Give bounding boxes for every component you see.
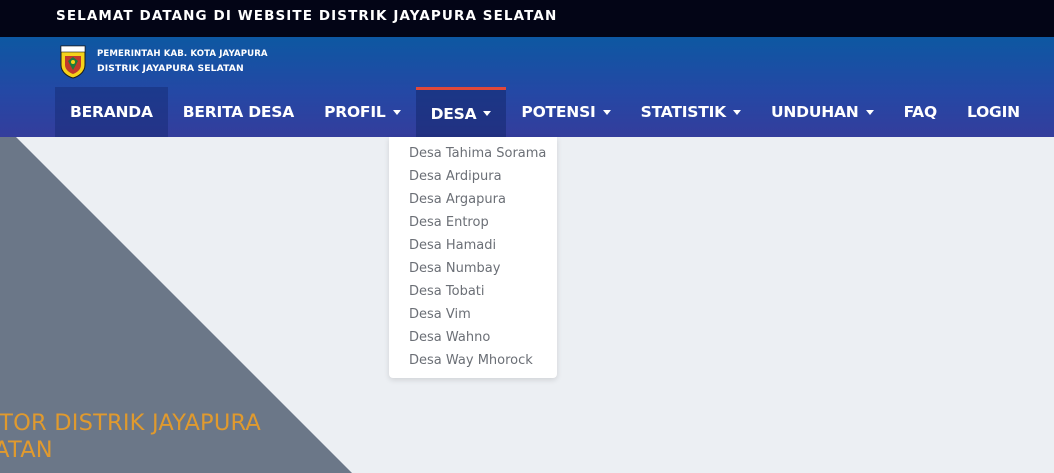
nav-beranda-label: BERANDA	[70, 103, 153, 121]
kota-jayapura-emblem-icon[interactable]	[59, 43, 87, 79]
nav-login-label: LOGIN	[966, 103, 1020, 121]
nav-potensi[interactable]: POTENSI	[506, 87, 625, 137]
menu-item-desa-wahno[interactable]: Desa Wahno	[389, 326, 557, 349]
menu-item-desa-numbay[interactable]: Desa Numbay	[389, 257, 557, 280]
menu-item-desa-entrop[interactable]: Desa Entrop	[389, 211, 557, 234]
nav-beranda[interactable]: BERANDA	[55, 87, 168, 137]
brand-district-name[interactable]: DISTRIK JAYAPURA SELATAN	[97, 63, 244, 74]
nav-profil[interactable]: PROFIL	[309, 87, 416, 137]
nav-faq-label: FAQ	[903, 103, 938, 121]
welcome-text: SELAMAT DATANG DI WEBSITE DISTRIK JAYAPU…	[56, 8, 558, 24]
nav-desa-label: DESA	[430, 104, 477, 123]
nav-berita-desa-label: BERITA DESA	[182, 103, 295, 121]
nav-faq[interactable]: FAQ	[889, 87, 952, 137]
brand-government-name[interactable]: PEMERINTAH KAB. KOTA JAYAPURA	[97, 49, 268, 59]
menu-item-desa-argapura[interactable]: Desa Argapura	[389, 188, 557, 211]
caret-down-icon	[602, 109, 611, 115]
nav-login[interactable]: LOGIN	[952, 87, 1035, 137]
site-header: PEMERINTAH KAB. KOTA JAYAPURA DISTRIK JA…	[0, 37, 1054, 137]
menu-item-desa-way-mhorock[interactable]: Desa Way Mhorock	[389, 349, 557, 372]
caret-down-icon	[392, 109, 401, 115]
desa-dropdown-menu: Desa Tahima Sorama Desa Ardipura Desa Ar…	[389, 137, 557, 378]
nav-profil-label: PROFIL	[324, 103, 386, 121]
main-navigation: BERANDA BERITA DESA PROFIL DESA POTENSI …	[55, 87, 1035, 137]
menu-item-desa-ardipura[interactable]: Desa Ardipura	[389, 165, 557, 188]
menu-item-desa-tobati[interactable]: Desa Tobati	[389, 280, 557, 303]
caret-down-icon	[865, 109, 874, 115]
nav-desa[interactable]: DESA	[415, 87, 507, 137]
nav-unduhan-label: UNDUHAN	[771, 103, 859, 121]
top-bar: SELAMAT DATANG DI WEBSITE DISTRIK JAYAPU…	[0, 0, 1054, 37]
menu-item-desa-hamadi[interactable]: Desa Hamadi	[389, 234, 557, 257]
nav-statistik[interactable]: STATISTIK	[626, 87, 756, 137]
nav-potensi-label: POTENSI	[521, 103, 596, 121]
nav-berita-desa[interactable]: BERITA DESA	[168, 87, 309, 137]
hero-title: KANTOR DISTRIK JAYAPURA SELATAN	[0, 410, 261, 464]
caret-down-icon	[483, 111, 492, 116]
hero-title-line1: KANTOR DISTRIK JAYAPURA	[0, 410, 262, 436]
menu-item-desa-vim[interactable]: Desa Vim	[389, 303, 557, 326]
hero-title-line2: SELATAN	[0, 437, 53, 463]
caret-down-icon	[733, 109, 741, 115]
nav-statistik-label: STATISTIK	[640, 103, 727, 121]
menu-item-desa-tahima-sorama[interactable]: Desa Tahima Sorama	[389, 142, 557, 165]
nav-unduhan[interactable]: UNDUHAN	[756, 87, 889, 137]
